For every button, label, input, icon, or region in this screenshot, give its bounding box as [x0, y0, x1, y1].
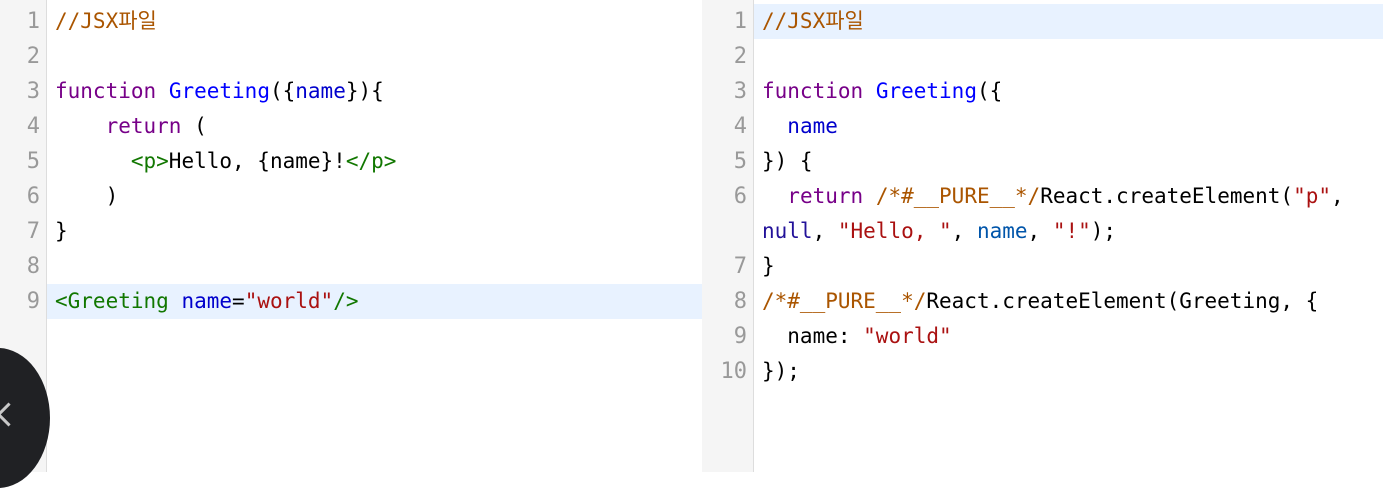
code-line[interactable]: }: [754, 249, 1383, 284]
compiled-output-pane[interactable]: 1 2 3 4 5 6 7 8 9 10 //JSX파일 function Greeting({ …: [702, 0, 1383, 472]
line-number: 8: [26, 254, 40, 279]
code-line[interactable]: ): [47, 179, 702, 214]
code-line[interactable]: /*#__PURE__*/React.createElement(Greetin…: [754, 284, 1383, 319]
code-token: <p>: [130, 149, 169, 173]
line-number: 3: [733, 79, 747, 104]
line-number: 3: [26, 79, 40, 104]
code-token: "world": [244, 289, 334, 313]
code-token: return: [787, 184, 864, 208]
line-number: 7: [26, 219, 40, 244]
code-token: /*#__PURE__*/: [875, 184, 1041, 208]
code-token: Greeting: [168, 79, 270, 103]
code-token: React.createElement(Greeting, {: [926, 289, 1319, 313]
code-line[interactable]: function Greeting({: [754, 74, 1383, 109]
code-token: "Hello, ": [837, 219, 952, 243]
line-number-gutter: 1 2 3 4 5 6 7 8 9 10: [702, 0, 754, 472]
code-token: "p": [1293, 184, 1331, 208]
code-token: function: [762, 79, 864, 103]
code-token: name: [181, 289, 233, 313]
line-number: 4: [733, 114, 747, 139]
code-token: =: [232, 289, 245, 313]
code-token: name: [295, 79, 346, 103]
line-number: 6: [733, 184, 747, 209]
code-token: name:: [762, 324, 864, 348]
code-line[interactable]: });: [754, 354, 1383, 389]
line-number: 8: [733, 289, 747, 314]
code-line[interactable]: <p>Hello, {name}!</p>: [47, 144, 702, 179]
code-area[interactable]: //JSX파일 function Greeting({ name }) { ret…: [754, 4, 1383, 389]
chevron-left-icon: [0, 402, 21, 427]
code-token: null: [762, 219, 813, 243]
code-token: Greeting: [875, 79, 977, 103]
code-area[interactable]: //JSX파일 function Greeting({name}){ retur…: [47, 4, 702, 319]
code-token: return: [105, 114, 182, 138]
code-token: React.createElement(: [1040, 184, 1294, 208]
code-line[interactable]: [47, 249, 702, 284]
code-token: /*#__PURE__*/: [762, 289, 927, 313]
line-number: 7: [733, 254, 747, 279]
code-token: ,: [1331, 184, 1344, 208]
code-line[interactable]: }: [47, 214, 702, 249]
code-token: //JSX파일: [762, 9, 864, 33]
code-line[interactable]: name: [754, 109, 1383, 144]
code-token: }: [55, 219, 68, 243]
code-token: (: [181, 114, 207, 138]
code-token: name: [976, 219, 1028, 243]
code-line[interactable]: name: "world": [754, 319, 1383, 354]
code-token: }) {: [762, 149, 813, 173]
code-token: ,: [951, 219, 977, 243]
code-line[interactable]: null, "Hello, ", name, "!");: [754, 214, 1383, 249]
code-token: ({: [976, 79, 1003, 103]
code-line[interactable]: function Greeting({name}){: [47, 74, 702, 109]
code-token: //JSX파일: [55, 9, 157, 33]
line-number: 9: [733, 324, 747, 349]
code-line[interactable]: [47, 39, 702, 74]
line-number: 5: [26, 149, 40, 174]
code-line[interactable]: //JSX파일: [47, 4, 702, 39]
line-number: 6: [26, 184, 40, 209]
line-number: 1: [26, 9, 40, 34]
code-token: name: [787, 114, 838, 138]
code-line[interactable]: return /*#__PURE__*/React.createElement(…: [754, 179, 1383, 214]
jsx-editor-pane[interactable]: 123456789 //JSX파일 function Greeting({nam…: [0, 0, 702, 472]
code-token: </p>: [345, 149, 397, 173]
line-number: 1: [733, 9, 747, 34]
line-number: 10: [720, 359, 748, 384]
code-token: }: [762, 254, 775, 278]
line-number: 2: [26, 44, 40, 69]
code-token: ,: [1027, 219, 1053, 243]
code-token: />: [333, 289, 359, 313]
code-line[interactable]: [754, 39, 1383, 74]
code-token: "world": [863, 324, 952, 348]
code-line[interactable]: return (: [47, 109, 702, 144]
code-token: });: [762, 359, 800, 383]
code-token: ({: [269, 79, 296, 103]
code-token: );: [1090, 219, 1117, 243]
line-number: 2: [733, 44, 747, 69]
code-line[interactable]: <Greeting name="world"/>: [47, 284, 702, 319]
code-token: }){: [345, 79, 384, 103]
line-number: 9: [26, 289, 40, 314]
code-line[interactable]: //JSX파일: [754, 4, 1383, 39]
code-token: Hello, {name}!: [168, 149, 346, 173]
code-line[interactable]: }) {: [754, 144, 1383, 179]
code-token: ): [55, 184, 119, 208]
code-token: "!": [1052, 219, 1091, 243]
code-token: function: [55, 79, 157, 103]
code-token: <Greeting: [55, 289, 169, 313]
code-token: ,: [812, 219, 838, 243]
line-number: 4: [26, 114, 40, 139]
line-number: 5: [733, 149, 747, 174]
